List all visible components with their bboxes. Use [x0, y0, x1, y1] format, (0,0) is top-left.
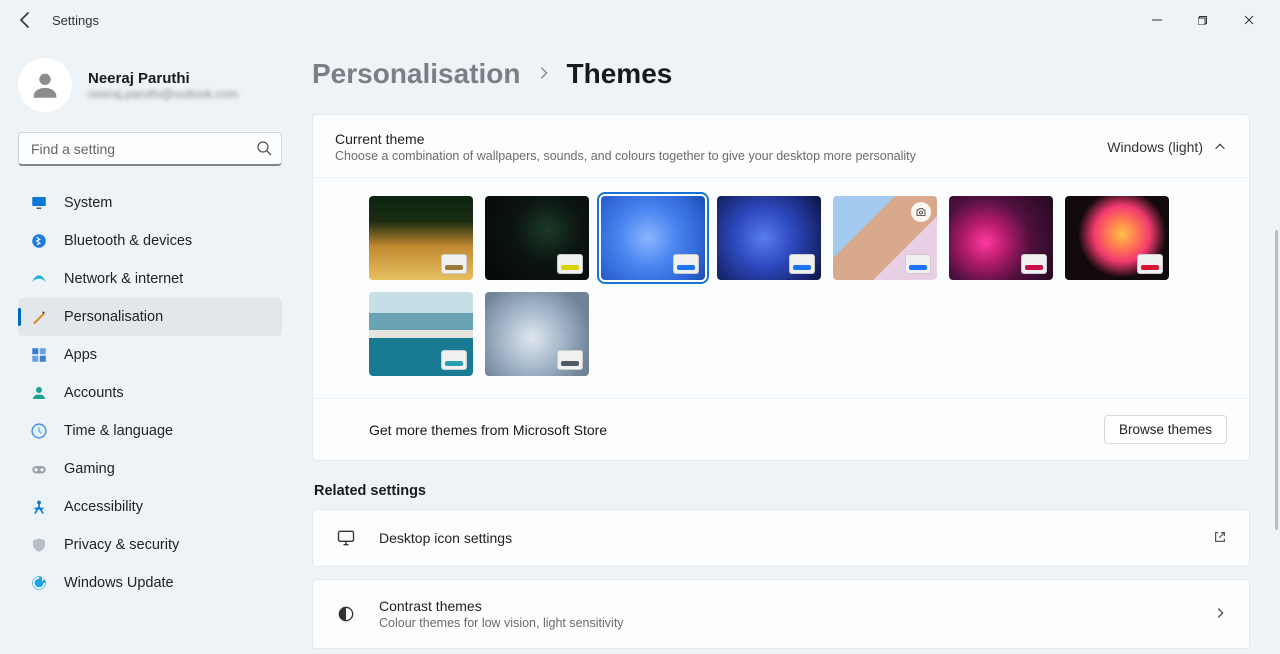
- theme-windows-spotlight[interactable]: [833, 196, 937, 280]
- theme-lakeside[interactable]: [369, 292, 473, 376]
- setting-title: Contrast themes: [379, 598, 1191, 614]
- camera-icon: [911, 202, 931, 222]
- minimize-icon: [1152, 15, 1162, 25]
- sidebar-item-label: Time & language: [64, 423, 173, 439]
- sidebar-item-label: Privacy & security: [64, 537, 179, 553]
- nav-icon: [30, 422, 48, 440]
- sidebar-item-time-language[interactable]: Time & language: [18, 412, 282, 450]
- sidebar-item-label: Accessibility: [64, 499, 143, 515]
- minimize-button[interactable]: [1134, 4, 1180, 36]
- sidebar-item-label: Bluetooth & devices: [64, 233, 192, 249]
- sidebar-item-privacy-security[interactable]: Privacy & security: [18, 526, 282, 564]
- theme-emerald-dark[interactable]: [485, 196, 589, 280]
- related-settings-heading: Related settings: [312, 473, 1250, 509]
- nav-icon: [30, 308, 48, 326]
- contrast-icon: [335, 604, 357, 624]
- chevron-up-icon: [1213, 140, 1227, 154]
- search-icon: [256, 140, 272, 156]
- back-button[interactable]: [16, 10, 36, 30]
- titlebar: Settings: [0, 0, 1280, 40]
- nav-icon: [30, 232, 48, 250]
- breadcrumb: Personalisation Themes: [312, 50, 1250, 114]
- theme-grid: [313, 177, 1249, 398]
- chevron-right-icon: [537, 64, 551, 85]
- theme-windows-light-[interactable]: [601, 196, 705, 280]
- close-button[interactable]: [1226, 4, 1272, 36]
- sidebar-item-gaming[interactable]: Gaming: [18, 450, 282, 488]
- sidebar-item-accessibility[interactable]: Accessibility: [18, 488, 282, 526]
- profile-name: Neeraj Paruthi: [88, 70, 238, 87]
- sidebar-nav: System Bluetooth & devices Network & inter…: [18, 184, 282, 602]
- theme-forest-sunrise[interactable]: [369, 196, 473, 280]
- current-theme-expand[interactable]: Windows (light): [1107, 139, 1227, 155]
- current-theme-subtitle: Choose a combination of wallpapers, soun…: [335, 149, 916, 163]
- sidebar-item-label: Windows Update: [64, 575, 174, 591]
- nav-icon: [30, 194, 48, 212]
- nav-icon: [30, 346, 48, 364]
- theme-captured-motion[interactable]: [1065, 196, 1169, 280]
- theme-accent-preview: [1021, 254, 1047, 274]
- sidebar-item-apps[interactable]: Apps: [18, 336, 282, 374]
- theme-accent-preview: [1137, 254, 1163, 274]
- sidebar-item-network-internet[interactable]: Network & internet: [18, 260, 282, 298]
- nav-icon: [30, 574, 48, 592]
- nav-icon: [30, 498, 48, 516]
- window-title: Settings: [52, 13, 99, 28]
- maximize-icon: [1198, 15, 1208, 25]
- theme-accent-preview: [441, 350, 467, 370]
- chevron-right-icon: [1213, 606, 1227, 623]
- store-text: Get more themes from Microsoft Store: [369, 422, 607, 438]
- theme-windows-dark-[interactable]: [717, 196, 821, 280]
- setting-row-contrast-themes[interactable]: Contrast themes Colour themes for low vis…: [312, 579, 1250, 649]
- nav-icon: [30, 270, 48, 288]
- sidebar-item-label: Gaming: [64, 461, 115, 477]
- sidebar-item-label: Network & internet: [64, 271, 183, 287]
- sidebar-item-label: Personalisation: [64, 309, 163, 325]
- sidebar-item-label: Apps: [64, 347, 97, 363]
- search-input[interactable]: [18, 132, 282, 166]
- browse-themes-button[interactable]: Browse themes: [1104, 415, 1227, 444]
- sidebar-item-accounts[interactable]: Accounts: [18, 374, 282, 412]
- arrow-left-icon: [16, 10, 36, 30]
- close-icon: [1244, 15, 1254, 25]
- current-theme-title: Current theme: [335, 131, 916, 147]
- nav-icon: [30, 536, 48, 554]
- maximize-button[interactable]: [1180, 4, 1226, 36]
- sidebar-item-label: System: [64, 195, 112, 211]
- profile-email: neeraj.paruthi@outlook.com: [88, 87, 238, 101]
- setting-title: Desktop icon settings: [379, 530, 1191, 546]
- current-theme-selected-label: Windows (light): [1107, 139, 1203, 155]
- theme-accent-preview: [441, 254, 467, 274]
- avatar: [18, 58, 72, 112]
- theme-glow[interactable]: [949, 196, 1053, 280]
- sidebar-item-windows-update[interactable]: Windows Update: [18, 564, 282, 602]
- content: Personalisation Themes Current theme Cho…: [300, 40, 1280, 654]
- sidebar: Neeraj Paruthi neeraj.paruthi@outlook.co…: [0, 40, 300, 654]
- scrollbar[interactable]: [1275, 230, 1278, 530]
- sidebar-item-system[interactable]: System: [18, 184, 282, 222]
- theme-silver-bloom[interactable]: [485, 292, 589, 376]
- setting-row-desktop-icon-settings[interactable]: Desktop icon settings: [312, 509, 1250, 567]
- sidebar-item-label: Accounts: [64, 385, 124, 401]
- sidebar-item-bluetooth-devices[interactable]: Bluetooth & devices: [18, 222, 282, 260]
- theme-accent-preview: [557, 350, 583, 370]
- setting-subtitle: Colour themes for low vision, light sens…: [379, 616, 1191, 630]
- theme-accent-preview: [789, 254, 815, 274]
- theme-accent-preview: [673, 254, 699, 274]
- open-external-icon: [1213, 530, 1227, 547]
- theme-accent-preview: [905, 254, 931, 274]
- breadcrumb-parent[interactable]: Personalisation: [312, 58, 521, 90]
- theme-accent-preview: [557, 254, 583, 274]
- sidebar-item-personalisation[interactable]: Personalisation: [18, 298, 282, 336]
- page-title: Themes: [567, 58, 673, 90]
- nav-icon: [30, 384, 48, 402]
- nav-icon: [30, 460, 48, 478]
- monitor-icon: [335, 528, 357, 548]
- current-theme-card: Current theme Choose a combination of wa…: [312, 114, 1250, 461]
- person-icon: [28, 68, 62, 102]
- profile-block[interactable]: Neeraj Paruthi neeraj.paruthi@outlook.co…: [18, 48, 282, 132]
